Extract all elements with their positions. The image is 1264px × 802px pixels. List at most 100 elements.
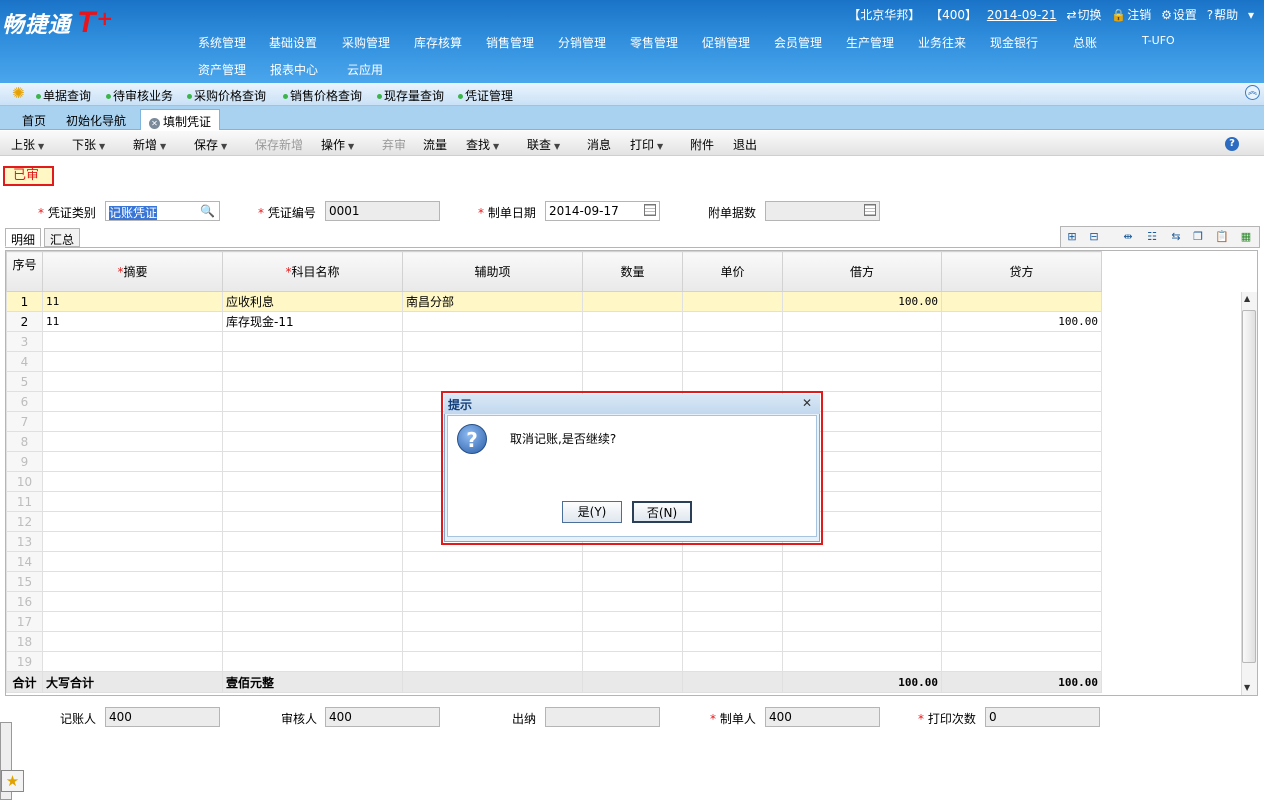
save-new-button[interactable]: 保存新增 (255, 136, 303, 153)
new-button[interactable]: 新增 ▼ (133, 136, 166, 153)
calculator-icon[interactable] (864, 204, 876, 216)
table-row[interactable]: 4 (6, 351, 1102, 372)
menu-distribution[interactable]: 分销管理 (558, 34, 606, 51)
quick-stock-query[interactable]: 现存量查询 (377, 87, 444, 104)
auditor-field[interactable]: 400 (325, 707, 440, 727)
table-row[interactable]: 1 11 应收利息 南昌分部 100.00 (6, 291, 1102, 312)
switch-icon[interactable]: ⇄ (1066, 8, 1076, 22)
menu-cash-bank[interactable]: 现金银行 (990, 34, 1038, 51)
menu-retail[interactable]: 零售管理 (630, 34, 678, 51)
table-row[interactable]: 18 (6, 631, 1102, 652)
print-button[interactable]: 打印 ▼ (630, 136, 663, 153)
search-icon[interactable]: 🔍 (200, 204, 215, 218)
menu-purchase[interactable]: 采购管理 (342, 34, 390, 51)
paste-icon[interactable]: 📋 (1215, 230, 1229, 244)
close-icon[interactable]: ✕ (149, 118, 160, 129)
balance-icon[interactable]: ☷ (1145, 230, 1159, 244)
no-button[interactable]: 否(N) (632, 501, 692, 523)
table-row[interactable]: 2 11 库存现金-11 100.00 (6, 311, 1102, 332)
scroll-down-icon[interactable]: ▼ (1244, 683, 1250, 692)
gear-icon[interactable]: ⚙ (1161, 8, 1172, 22)
attach-button[interactable]: 附件 (690, 136, 714, 153)
menu-basic-settings[interactable]: 基础设置 (269, 34, 317, 51)
print-count-field[interactable]: 0 (985, 707, 1100, 727)
voucher-no-field[interactable]: 0001 (325, 201, 440, 221)
message-button[interactable]: 消息 (587, 136, 611, 153)
yes-button[interactable]: 是(Y) (562, 501, 622, 523)
table-row[interactable]: 15 (6, 571, 1102, 592)
cashier-label: 出纳 (512, 712, 537, 726)
flow-button[interactable]: 流量 (423, 136, 447, 153)
menu-assets[interactable]: 资产管理 (198, 61, 246, 78)
quick-voucher-mgmt[interactable]: 凭证管理 (458, 87, 513, 104)
gear-icon[interactable]: ✺ (12, 84, 25, 102)
insert-row-icon[interactable]: ⊞ (1065, 230, 1079, 244)
chevron-down-icon[interactable]: ▾ (1248, 8, 1254, 22)
lock-icon[interactable]: 🔒 (1111, 8, 1126, 22)
calendar-icon[interactable] (644, 204, 656, 216)
quick-pending-audit[interactable]: 待审核业务 (106, 87, 173, 104)
tab-summary[interactable]: 汇总 (44, 228, 81, 247)
unaudit-button[interactable]: 弃审 (382, 136, 406, 153)
find-button[interactable]: 查找 ▼ (466, 136, 499, 153)
menu-tufo[interactable]: T-UFO (1142, 34, 1175, 47)
scrollbar-thumb[interactable] (1242, 310, 1256, 663)
voucher-date-field[interactable]: 2014-09-17 (545, 201, 660, 221)
menu-cloud[interactable]: 云应用 (347, 61, 383, 78)
quick-purchase-price[interactable]: 采购价格查询 (187, 87, 266, 104)
next-button[interactable]: 下张 ▼ (72, 136, 105, 153)
menu-member[interactable]: 会员管理 (774, 34, 822, 51)
collapse-icon[interactable]: ︽ (1245, 85, 1260, 100)
delete-row-icon[interactable]: ⊟ (1087, 230, 1101, 244)
quick-doc-query[interactable]: 单据查询 (36, 87, 91, 104)
help-icon[interactable]: ? (1225, 137, 1239, 151)
company-name: 【北京华邦】 (848, 8, 921, 22)
menu-business[interactable]: 业务往来 (918, 34, 966, 51)
link-query-button[interactable]: 联查 ▼ (527, 136, 560, 153)
copy-icon[interactable]: ❐ (1191, 230, 1205, 244)
menu-production[interactable]: 生产管理 (846, 34, 894, 51)
menu-system[interactable]: 系统管理 (198, 34, 246, 51)
caps-total-label: 大写合计 (42, 671, 223, 693)
exit-button[interactable]: 退出 (733, 136, 757, 153)
menu-reports[interactable]: 报表中心 (270, 61, 318, 78)
tab-init-guide[interactable]: 初始化导航 (58, 109, 134, 130)
quick-sales-price[interactable]: 销售价格查询 (283, 87, 362, 104)
logout-button[interactable]: 注销 (1127, 8, 1151, 22)
close-icon[interactable]: ✕ (802, 396, 812, 410)
cashier-field[interactable] (545, 707, 660, 727)
poster-field[interactable]: 400 (105, 707, 220, 727)
table-row[interactable]: 17 (6, 611, 1102, 632)
settings-button[interactable]: 设置 (1173, 8, 1197, 22)
menu-promotion[interactable]: 促销管理 (702, 34, 750, 51)
table-row[interactable]: 16 (6, 591, 1102, 612)
save-button[interactable]: 保存 ▼ (194, 136, 227, 153)
menu-ledger[interactable]: 总账 (1073, 34, 1097, 51)
help-icon[interactable]: ? (1207, 8, 1213, 22)
switch-button[interactable]: 切换 (1078, 8, 1102, 22)
table-row[interactable]: 14 (6, 551, 1102, 572)
scroll-up-icon[interactable]: ▲ (1244, 294, 1250, 303)
attach-count-field[interactable] (765, 201, 880, 221)
main-menu-row2: 资产管理 报表中心 云应用 (0, 61, 1264, 77)
swap-icon[interactable]: ⇆ (1169, 230, 1183, 244)
table-row[interactable]: 19 (6, 651, 1102, 672)
voucher-type-field[interactable]: 记账凭证 🔍 (105, 201, 220, 221)
table-row[interactable]: 3 (6, 331, 1102, 352)
poster-label: 记账人 (60, 712, 97, 726)
tab-voucher-entry[interactable]: ✕ 填制凭证 (140, 109, 221, 130)
column-icon[interactable]: ⇹ (1121, 230, 1135, 244)
tab-detail[interactable]: 明细 (5, 228, 42, 247)
menu-inventory[interactable]: 库存核算 (414, 34, 462, 51)
login-date[interactable]: 2014-09-21 (987, 8, 1057, 22)
tab-home[interactable]: 首页 (14, 109, 54, 130)
total-label: 合计 (6, 671, 43, 693)
operate-button[interactable]: 操作 ▼ (321, 136, 354, 153)
maker-field[interactable]: 400 (765, 707, 880, 727)
menu-sales[interactable]: 销售管理 (486, 34, 534, 51)
excel-icon[interactable]: ▦ (1239, 230, 1253, 244)
help-button[interactable]: 帮助 (1214, 8, 1238, 22)
prev-button[interactable]: 上张 ▼ (11, 136, 44, 153)
star-icon[interactable]: ★ (1, 770, 24, 792)
table-row[interactable]: 5 (6, 371, 1102, 392)
